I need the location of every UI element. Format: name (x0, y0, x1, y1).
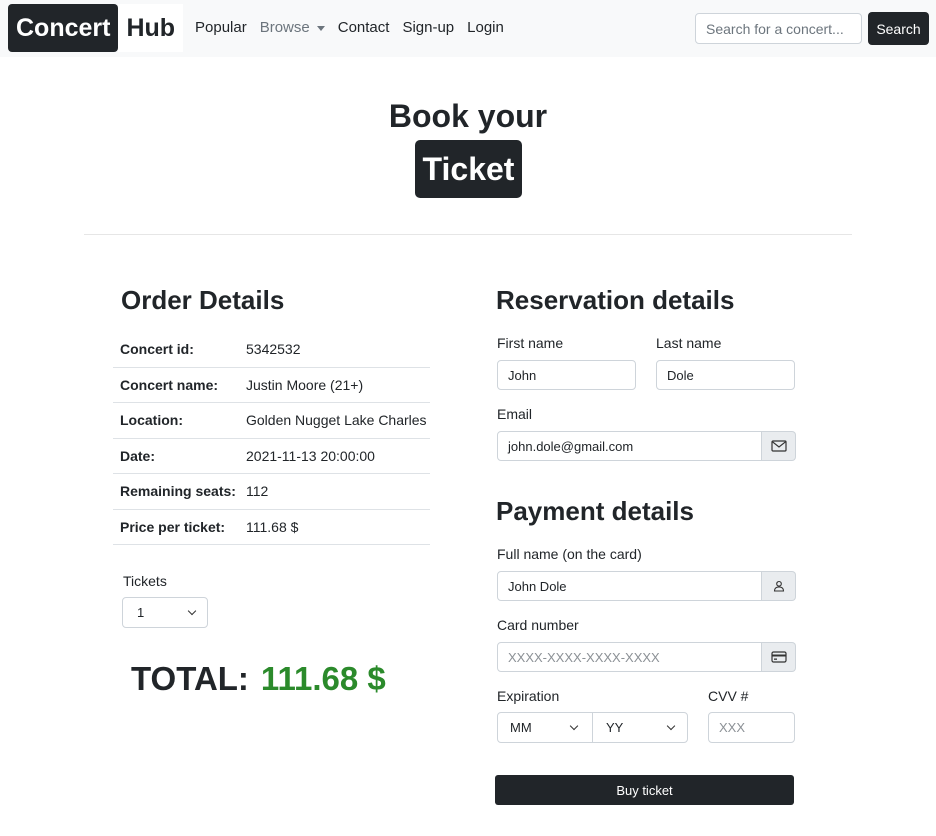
row-value: Golden Nugget Lake Charles (246, 412, 427, 429)
row-label: Location: (120, 412, 183, 429)
person-icon (762, 571, 796, 601)
hero-title: Book your (388, 98, 548, 134)
nav-contact[interactable]: Contact (338, 19, 390, 36)
tickets-label: Tickets (123, 573, 167, 589)
total-amount: 111.68 $ (260, 660, 386, 697)
first-name-field[interactable]: John (497, 360, 636, 390)
order-total: TOTAL: 111.68 $ (131, 660, 386, 698)
brand-logo[interactable]: Concert Hub (8, 4, 184, 52)
nav-signup[interactable]: Sign-up (402, 19, 454, 36)
navbar: Concert Hub Popular Browse Contact Sign-… (0, 0, 936, 57)
row-value: Justin Moore (21+) (246, 376, 364, 393)
fullname-label: Full name (on the card) (497, 546, 642, 562)
card-fullname-field[interactable]: John Dole (497, 571, 762, 601)
divider (84, 234, 852, 235)
chevron-down-icon (666, 721, 676, 731)
cvv-field[interactable]: XXX (708, 712, 795, 743)
row-value: 112 (246, 483, 269, 500)
row-value: 5342532 (246, 341, 301, 358)
table-row: Concert id: 5342532 (113, 332, 430, 368)
table-row: Location: Golden Nugget Lake Charles (113, 403, 430, 439)
envelope-icon (762, 431, 796, 461)
payment-details-title: Payment details (496, 496, 694, 526)
row-value: 2021-11-13 20:00:00 (246, 447, 375, 464)
search-button[interactable]: Search (868, 12, 929, 45)
table-row: Remaining seats: 112 (113, 474, 430, 510)
row-label: Date: (120, 447, 156, 464)
expiration-month-select[interactable]: MM (497, 712, 593, 743)
credit-card-icon (762, 642, 796, 672)
nav-login[interactable]: Login (467, 19, 504, 36)
table-row: Price per ticket: 111.68 $ (113, 510, 430, 545)
email-field[interactable]: john.dole@gmail.com (497, 431, 762, 461)
chevron-down-icon (569, 721, 579, 731)
hero-badge: Ticket (415, 140, 522, 198)
row-label: Concert id: (120, 341, 194, 358)
last-name-field[interactable]: Dole (656, 360, 795, 390)
caret-down-icon (316, 25, 325, 31)
card-number-field[interactable]: XXXX-XXXX-XXXX-XXXX (497, 642, 762, 672)
nav-links: Popular Browse Contact Sign-up Login (195, 19, 504, 36)
card-number-label: Card number (497, 617, 579, 633)
order-details-title: Order Details (121, 285, 285, 315)
tickets-selected-value: 1 (137, 605, 145, 620)
row-label: Remaining seats: (120, 483, 236, 500)
tickets-select[interactable]: 1 (122, 597, 208, 628)
row-value: 111.68 $ (246, 518, 299, 535)
nav-browse-dropdown[interactable]: Browse (260, 19, 325, 36)
total-label: TOTAL: (131, 660, 249, 697)
order-details-table: Concert id: 5342532 Concert name: Justin… (113, 332, 430, 545)
nav-browse-label: Browse (259, 19, 310, 36)
chevron-down-icon (187, 606, 197, 616)
brand-part-2: Hub (118, 4, 184, 52)
first-name-label: First name (497, 335, 564, 351)
brand-part-1: Concert (8, 4, 119, 52)
reservation-details-title: Reservation details (496, 285, 735, 315)
last-name-label: Last name (656, 335, 722, 351)
month-selected-value: MM (510, 720, 532, 735)
cvv-label: CVV # (708, 688, 749, 704)
search-input[interactable] (695, 13, 862, 44)
table-row: Concert name: Justin Moore (21+) (113, 368, 430, 403)
year-selected-value: YY (606, 720, 624, 735)
row-label: Price per ticket: (120, 518, 226, 535)
expiration-label: Expiration (497, 688, 560, 704)
expiration-year-select[interactable]: YY (592, 712, 688, 743)
nav-popular[interactable]: Popular (195, 19, 247, 36)
row-label: Concert name: (120, 376, 219, 393)
email-label: Email (497, 406, 533, 422)
table-row: Date: 2021-11-13 20:00:00 (113, 439, 430, 474)
buy-ticket-button[interactable]: Buy ticket (495, 775, 794, 805)
